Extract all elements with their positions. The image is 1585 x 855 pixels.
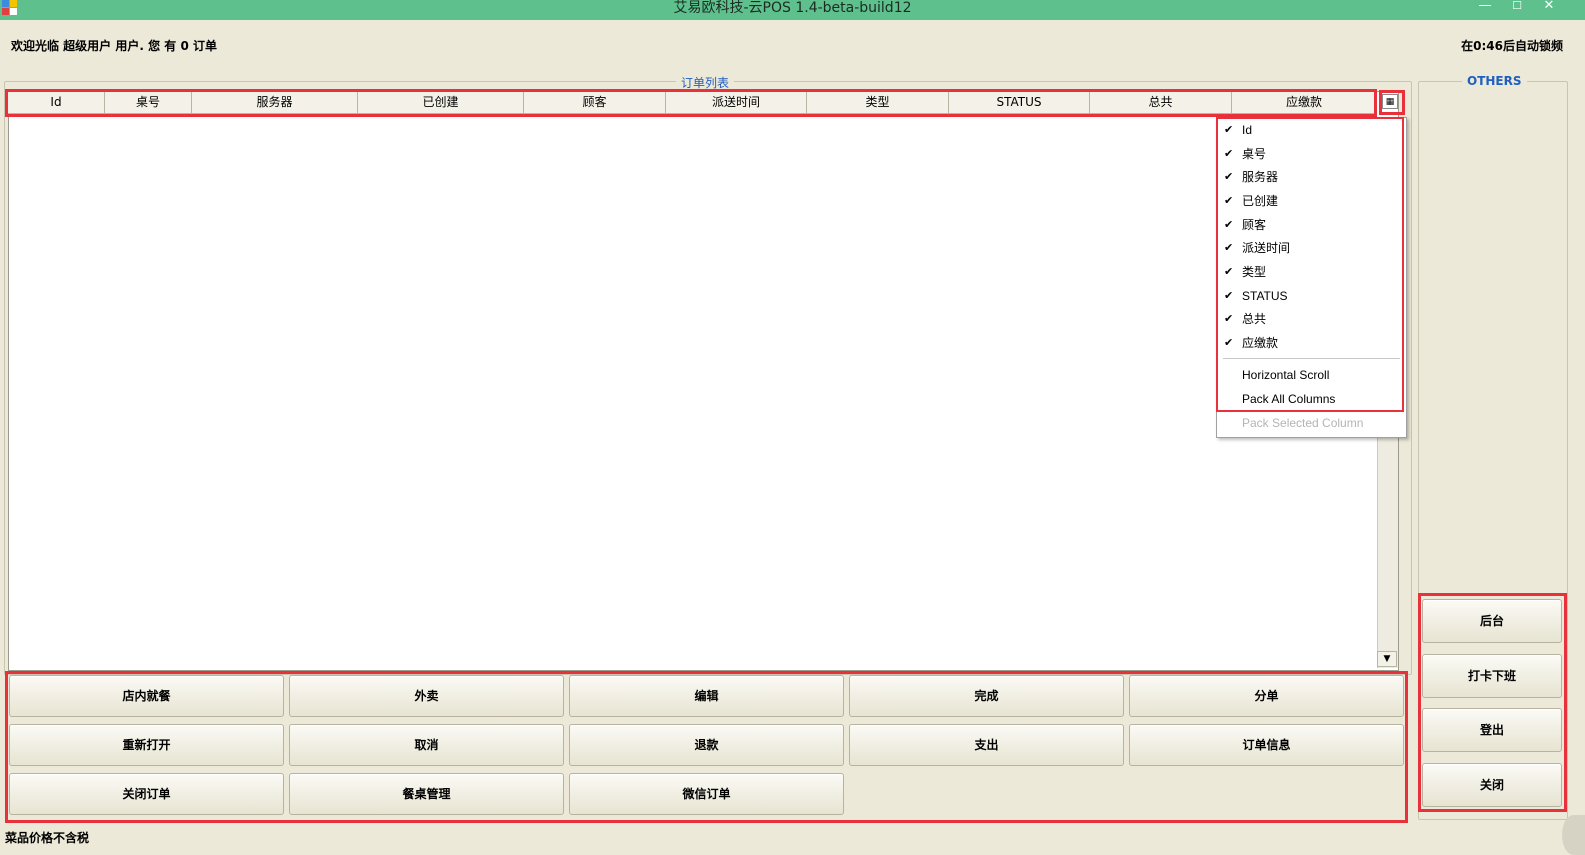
others-title: OTHERS [1462, 74, 1527, 88]
resize-grip[interactable] [1562, 815, 1585, 855]
scroll-down-arrow-icon[interactable]: ▼ [1377, 651, 1397, 667]
close-window-button[interactable]: ✕ [1536, 0, 1562, 16]
actions-highlight [5, 671, 1408, 823]
autolock-countdown: 在0:46后自动锁频 [1461, 39, 1563, 53]
others-highlight [1418, 593, 1567, 812]
menu-item-pack-selected-column: Pack Selected Column [1242, 416, 1364, 430]
window-title: 艾易欧科技-云POS 1.4-beta-build12 [673, 0, 912, 16]
tax-note: 菜品价格不含税 [5, 831, 90, 845]
menu-highlight [1216, 117, 1404, 412]
minimize-button[interactable]: — [1472, 0, 1498, 16]
welcome-message: 欢迎光临 超级用户 用户. 您 有 0 订单 [11, 39, 217, 53]
column-control-highlight [1379, 90, 1405, 115]
order-table[interactable] [8, 91, 1399, 671]
header-highlight [5, 89, 1377, 117]
maximize-button[interactable]: ☐ [1504, 0, 1530, 16]
